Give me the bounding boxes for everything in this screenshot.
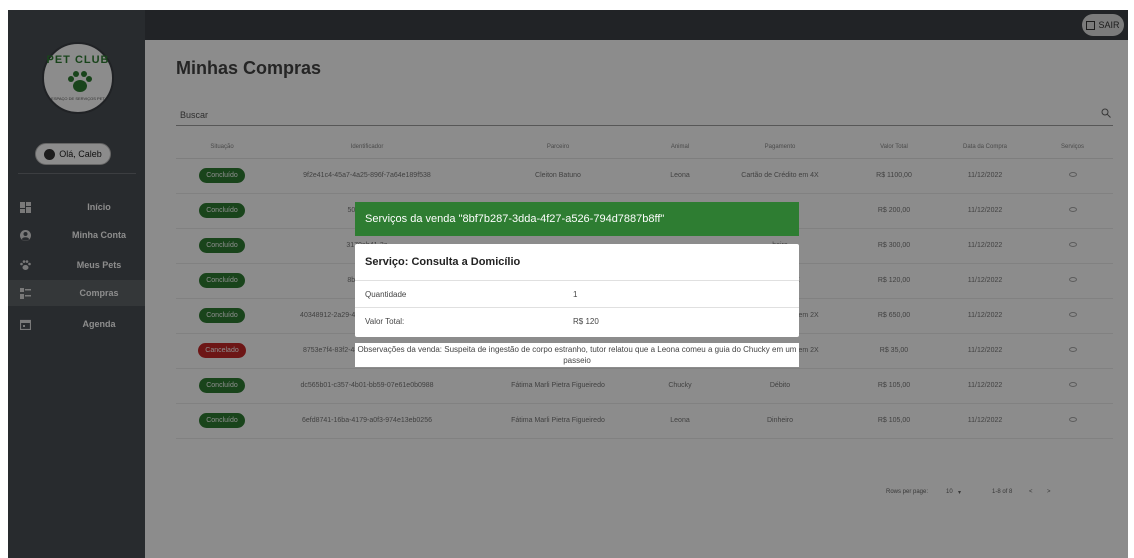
total-value: R$ 120 bbox=[573, 317, 599, 326]
app-frame: PET CLUB ESPAÇO DE SERVIÇOS PET Olá, Cal… bbox=[8, 10, 1128, 558]
quantity-value: 1 bbox=[573, 290, 578, 299]
sale-observations: Observações da venda: Suspeita de ingest… bbox=[355, 343, 799, 367]
modal-header: Serviços da venda "8bf7b287-3dda-4f27-a5… bbox=[355, 202, 799, 236]
quantity-label: Quantidade bbox=[365, 290, 407, 299]
divider bbox=[355, 280, 799, 281]
service-card: Serviço: Consulta a Domicílio Quantidade… bbox=[355, 244, 799, 337]
total-label: Valor Total: bbox=[365, 317, 405, 326]
service-title: Serviço: Consulta a Domicílio bbox=[365, 256, 521, 268]
divider bbox=[355, 307, 799, 308]
